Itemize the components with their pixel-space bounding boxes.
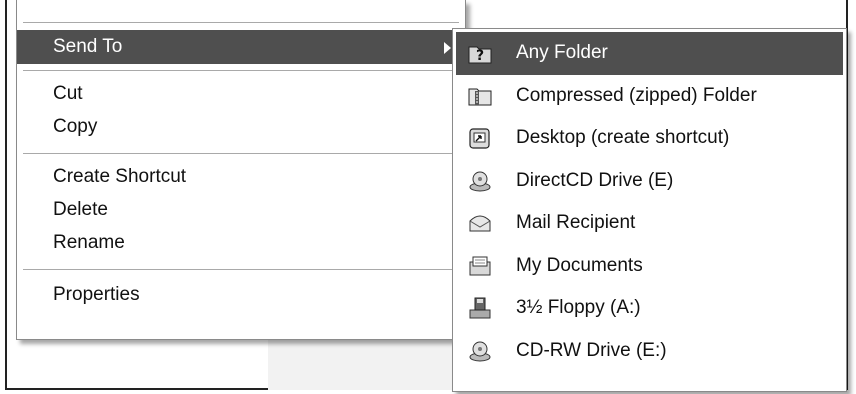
- mail-icon: [469, 215, 491, 232]
- properties-label: Properties: [53, 284, 140, 305]
- delete-label: Delete: [53, 199, 108, 220]
- menu-item-send-to[interactable]: Send To: [17, 30, 465, 64]
- send-to-item-label: Mail Recipient: [516, 212, 636, 233]
- send-to-item-label: Compressed (zipped) Folder: [516, 84, 757, 106]
- send-to-item-directcd-drive[interactable]: DirectCD Drive (E): [456, 160, 843, 203]
- desktop-shortcut-icon: [469, 128, 490, 149]
- send-to-submenu: ? Any Folder Compressed (zipped) Folder …: [452, 28, 847, 392]
- context-menu: Send To Cut Copy Create Shortcut Delete …: [16, 0, 466, 340]
- cut-label: Cut: [53, 83, 83, 104]
- send-to-item-my-documents[interactable]: My Documents: [456, 245, 843, 288]
- menu-top-spacer: [17, 0, 465, 22]
- send-to-item-label: CD-RW Drive (E:): [516, 339, 667, 361]
- menu-separator: [23, 269, 459, 270]
- menu-item-create-shortcut[interactable]: Create Shortcut: [17, 160, 465, 193]
- submenu-arrow-icon: [444, 42, 451, 54]
- menu-item-cut[interactable]: Cut: [17, 77, 465, 110]
- send-to-item-desktop[interactable]: Desktop (create shortcut): [456, 117, 843, 160]
- svg-text:?: ?: [476, 48, 484, 64]
- menu-separator: [23, 70, 459, 71]
- copy-label: Copy: [53, 116, 98, 137]
- cd-rw-drive-icon: [469, 341, 491, 361]
- documents-icon: [469, 256, 491, 275]
- send-to-item-any-folder[interactable]: ? Any Folder: [456, 32, 843, 75]
- menu-item-copy[interactable]: Copy: [17, 110, 465, 143]
- menu-item-delete[interactable]: Delete: [17, 193, 465, 226]
- send-to-item-label: DirectCD Drive (E): [516, 169, 674, 191]
- menu-separator: [23, 153, 459, 154]
- rename-label: Rename: [53, 232, 125, 253]
- zipped-folder-icon: [468, 88, 492, 105]
- menu-item-rename[interactable]: Rename: [17, 226, 465, 259]
- send-to-item-cd-rw-drive[interactable]: CD-RW Drive (E:): [456, 330, 843, 373]
- send-to-item-label: My Documents: [516, 254, 643, 276]
- menu-separator: [23, 22, 459, 23]
- folder-question-icon: ?: [468, 46, 492, 64]
- send-to-label: Send To: [53, 36, 123, 57]
- send-to-item-label: Any Folder: [516, 42, 608, 63]
- send-to-item-compressed-folder[interactable]: Compressed (zipped) Folder: [456, 75, 843, 118]
- send-to-item-label: 3½ Floppy (A:): [516, 297, 641, 318]
- floppy-icon: [469, 297, 491, 319]
- menu-item-properties[interactable]: Properties: [17, 278, 465, 311]
- create-shortcut-label: Create Shortcut: [53, 166, 187, 187]
- send-to-item-floppy[interactable]: 3½ Floppy (A:): [456, 287, 843, 330]
- send-to-item-label: Desktop (create shortcut): [516, 127, 730, 148]
- send-to-item-mail-recipient[interactable]: Mail Recipient: [456, 202, 843, 245]
- cd-drive-icon: [469, 171, 491, 191]
